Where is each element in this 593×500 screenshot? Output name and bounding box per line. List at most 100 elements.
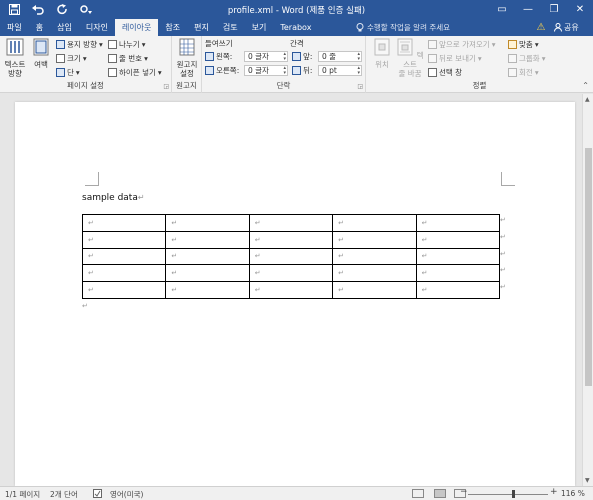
undo-icon[interactable]: [28, 2, 48, 17]
paragraph-sample-data[interactable]: sample data↵: [82, 193, 145, 203]
table-cell[interactable]: ↵: [415, 281, 500, 299]
status-bar: 1/1 페이지 2개 단어 영어(미국) − + 116 %: [0, 486, 593, 500]
spacing-before-spinner[interactable]: 0 줄 ▴ ▾: [318, 51, 362, 62]
text-direction-button[interactable]: 텍스트 방향: [3, 38, 27, 78]
group-button[interactable]: 그룹화 ▾: [508, 53, 545, 64]
tab-home[interactable]: 홈: [29, 19, 50, 36]
breaks-button[interactable]: 나누기 ▾: [108, 39, 145, 50]
tab-file[interactable]: 파일: [0, 19, 29, 36]
table-cell[interactable]: ↵: [81, 264, 167, 283]
table-cell[interactable]: ↵: [415, 247, 500, 266]
table-cell[interactable]: ↵: [81, 247, 167, 266]
rotate-button[interactable]: 회전 ▾: [508, 67, 539, 78]
table-cell[interactable]: ↵: [332, 247, 417, 266]
document-table[interactable]: ↵ ↵ ↵ ↵ ↵ ↵ ↵ ↵ ↵ ↵ ↵ ↵ ↵ ↵ ↵ ↵ ↵ ↵ ↵ ↵ ↵ ↵ ↵ ↵ ↵: [81, 214, 500, 299]
save-icon[interactable]: [4, 2, 24, 17]
page-setup-group: 텍스트 방향 여백 용지 방향 ▾ 크기 ▾ 단 ▾ 나누기 ▾ 줄 번호 ▾ 하이픈: [0, 36, 172, 93]
send-backward-button[interactable]: 뒤로 보내기 ▾: [428, 53, 482, 64]
indent-right-label: 오른쪽:: [205, 65, 239, 76]
table-cell[interactable]: ↵: [332, 264, 417, 283]
tab-review[interactable]: 검토: [216, 19, 245, 36]
selection-pane-button[interactable]: 선택 창: [428, 67, 462, 78]
hyphenation-button[interactable]: 하이픈 넣기 ▾: [108, 67, 162, 78]
position-button[interactable]: 위치: [372, 38, 392, 69]
tab-view[interactable]: 보기: [245, 19, 274, 36]
table-cell[interactable]: ↵: [332, 281, 417, 299]
bring-forward-label: 앞으로 가져오기: [439, 40, 490, 49]
size-button[interactable]: 크기 ▾: [56, 53, 87, 64]
orientation-button[interactable]: 용지 방향 ▾: [56, 39, 103, 50]
table-cell[interactable]: ↵: [248, 230, 334, 249]
page-setup-dialog-launcher-icon[interactable]: ◲: [163, 83, 169, 90]
tab-references[interactable]: 참조: [158, 19, 187, 36]
ribbon-display-options-icon[interactable]: ▭: [489, 0, 515, 19]
manuscript-settings-button[interactable]: 원고지 설정: [175, 38, 199, 78]
page-setup-group-label: 페이지 설정: [67, 81, 104, 90]
align-button[interactable]: 맞춤 ▾: [508, 39, 539, 50]
table-cell[interactable]: ↵: [81, 281, 167, 299]
zoom-slider-thumb[interactable]: [512, 490, 515, 498]
tab-insert[interactable]: 삽입: [50, 19, 79, 36]
sample-data-text: sample data: [82, 193, 138, 203]
collapse-ribbon-icon[interactable]: ⌃: [582, 81, 589, 90]
print-layout-view-icon[interactable]: [434, 489, 446, 498]
zoom-slider-track[interactable]: [468, 494, 548, 495]
zoom-level[interactable]: 116 %: [561, 489, 585, 498]
tab-terabox[interactable]: Terabox: [273, 19, 318, 36]
table-cell[interactable]: ↵: [415, 230, 500, 249]
restore-icon[interactable]: ❐: [541, 0, 567, 19]
table-cell[interactable]: ↵: [165, 281, 250, 299]
customize-icon[interactable]: [76, 2, 96, 17]
table-cell[interactable]: ↵: [81, 214, 167, 232]
zoom-in-button[interactable]: +: [550, 487, 558, 497]
word-count[interactable]: 2개 단어: [50, 489, 78, 500]
tell-me-search[interactable]: 수행할 작업을 알려 주세요: [356, 22, 450, 33]
orientation-label: 용지 방향: [67, 40, 97, 49]
send-backward-label: 뒤로 보내기: [439, 54, 476, 63]
scroll-thumb[interactable]: [585, 148, 592, 386]
share-button[interactable]: 공유: [554, 22, 579, 33]
paragraph-mark: ↵: [82, 302, 88, 310]
close-icon[interactable]: ✕: [567, 0, 593, 19]
minimize-icon[interactable]: —: [515, 0, 541, 19]
vertical-scrollbar[interactable]: ▲ ▼: [582, 94, 593, 486]
table-cell[interactable]: ↵: [165, 214, 250, 232]
indent-left-spinner[interactable]: 0 글자 ▴ ▾: [244, 51, 288, 62]
table-cell[interactable]: ↵: [248, 247, 334, 266]
tab-mailings[interactable]: 편지: [187, 19, 216, 36]
proofing-icon[interactable]: [93, 489, 102, 500]
bring-forward-button[interactable]: 앞으로 가져오기 ▾: [428, 39, 495, 50]
table-cell[interactable]: ↵: [248, 214, 334, 232]
ribbon: 텍스트 방향 여백 용지 방향 ▾ 크기 ▾ 단 ▾ 나누기 ▾ 줄 번호 ▾ 하이픈: [0, 36, 593, 93]
scroll-down-icon[interactable]: ▼: [585, 477, 590, 484]
table-cell[interactable]: ↵: [165, 247, 250, 266]
table-cell[interactable]: ↵: [415, 264, 500, 283]
document-page[interactable]: sample data↵ ↵ ↵ ↵ ↵ ↵ ↵ ↵ ↵ ↵ ↵ ↵ ↵ ↵ ↵ ↵ ↵ ↵ ↵ ↵ ↵ ↵ ↵ ↵ ↵ ↵ ↵…: [15, 102, 575, 486]
scroll-up-icon[interactable]: ▲: [585, 96, 590, 103]
table-cell[interactable]: ↵: [165, 230, 250, 249]
columns-button[interactable]: 단 ▾: [56, 67, 80, 78]
tab-layout[interactable]: 레이아웃: [114, 19, 159, 36]
zoom-out-button[interactable]: −: [460, 487, 468, 497]
table-cell[interactable]: ↵: [81, 230, 167, 249]
table-cell[interactable]: ↵: [332, 214, 417, 232]
spacing-after-spinner[interactable]: 0 pt ▴ ▾: [318, 65, 362, 76]
warning-icon[interactable]: ⚠: [534, 21, 548, 34]
wrap-text-button[interactable]: 텍스트 줄 바꿈: [396, 38, 424, 78]
table-cell[interactable]: ↵: [415, 214, 500, 232]
hyphenation-icon: [108, 68, 117, 77]
table-cell[interactable]: ↵: [248, 281, 334, 299]
table-cell[interactable]: ↵: [248, 264, 334, 283]
language-status[interactable]: 영어(미국): [110, 489, 143, 500]
paragraph-dialog-launcher-icon[interactable]: ◲: [357, 83, 363, 90]
line-numbers-button[interactable]: 줄 번호 ▾: [108, 53, 148, 64]
table-cell[interactable]: ↵: [165, 264, 250, 283]
read-mode-view-icon[interactable]: [412, 489, 424, 498]
margins-button[interactable]: 여백: [30, 38, 52, 69]
redo-icon[interactable]: [52, 2, 72, 17]
margin-corner-top-right: [501, 172, 515, 186]
table-cell[interactable]: ↵: [332, 230, 417, 249]
page-count[interactable]: 1/1 페이지: [5, 489, 40, 500]
tab-design[interactable]: 디자인: [79, 19, 115, 36]
indent-right-spinner[interactable]: 0 글자 ▴ ▾: [244, 65, 288, 76]
